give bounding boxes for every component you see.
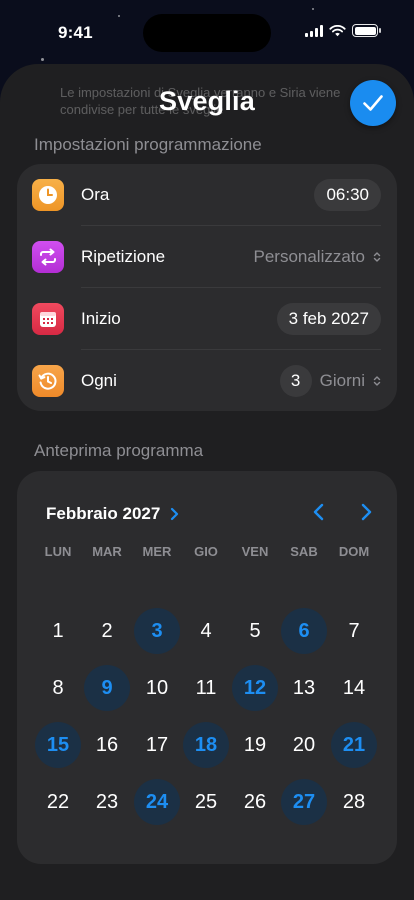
setting-row-time[interactable]: Ora 06:30 bbox=[17, 164, 397, 226]
settings-card: Ora 06:30 Ripetizione Personalizzato Ini… bbox=[17, 164, 397, 411]
weekday-label: VEN bbox=[241, 544, 269, 559]
time-value-pill[interactable]: 06:30 bbox=[314, 179, 381, 211]
setting-row-interval[interactable]: Ogni 3 Giorni bbox=[17, 350, 397, 412]
cellular-signal-icon bbox=[305, 24, 323, 37]
settings-section-header: Impostazioni programmazione bbox=[34, 135, 262, 154]
setting-label-start: Inizio bbox=[81, 309, 121, 328]
calendar-day-selected[interactable]: 3 bbox=[134, 608, 180, 654]
calendar-day-selected[interactable]: 15 bbox=[35, 722, 81, 768]
repeat-value: Personalizzato bbox=[253, 247, 365, 266]
calendar-day-selected[interactable]: 12 bbox=[232, 665, 278, 711]
preview-section-header: Anteprima programma bbox=[34, 441, 204, 460]
interval-menu[interactable]: 3 Giorni bbox=[279, 365, 381, 397]
calendar-day[interactable]: 16 bbox=[84, 722, 130, 768]
setting-row-start[interactable]: Inizio 3 feb 2027 bbox=[17, 288, 397, 350]
weekday-label: LUN bbox=[44, 544, 72, 559]
setting-label-repeat: Ripetizione bbox=[81, 247, 166, 266]
repeat-menu[interactable]: Personalizzato bbox=[253, 247, 381, 267]
next-month-button[interactable] bbox=[354, 500, 378, 524]
calendar-day[interactable]: 4 bbox=[183, 608, 229, 654]
checkmark-icon bbox=[363, 95, 383, 111]
alarm-sheet: Le impostazioni di Sveglia verranno e Si… bbox=[0, 64, 414, 900]
calendar-day[interactable]: 13 bbox=[281, 665, 327, 711]
calendar-day[interactable]: 11 bbox=[183, 665, 229, 711]
battery-icon bbox=[352, 24, 381, 37]
calendar-day-selected[interactable]: 18 bbox=[183, 722, 229, 768]
calendar-day[interactable]: 8 bbox=[35, 665, 81, 711]
setting-row-repeat[interactable]: Ripetizione Personalizzato bbox=[17, 226, 397, 288]
calendar-day[interactable]: 22 bbox=[35, 779, 81, 825]
weekday-label: DOM bbox=[338, 544, 370, 559]
history-icon bbox=[32, 365, 64, 397]
status-time: 9:41 bbox=[58, 23, 93, 42]
interval-count[interactable]: 3 bbox=[279, 365, 312, 397]
previous-month-button[interactable] bbox=[307, 500, 331, 524]
calendar-day[interactable]: 5 bbox=[232, 608, 278, 654]
start-date-pill[interactable]: 3 feb 2027 bbox=[276, 303, 381, 335]
calendar-day[interactable]: 14 bbox=[331, 665, 377, 711]
setting-label-time: Ora bbox=[81, 185, 110, 204]
calendar-day[interactable]: 28 bbox=[331, 779, 377, 825]
weekday-label: GIO bbox=[194, 544, 218, 559]
calendar-day[interactable]: 1 bbox=[35, 608, 81, 654]
status-icons bbox=[305, 24, 381, 37]
calendar-day[interactable]: 10 bbox=[134, 665, 180, 711]
chevron-left-icon bbox=[313, 503, 324, 521]
month-label[interactable]: Febbraio 2027 bbox=[46, 504, 160, 524]
setting-label-interval: Ogni bbox=[81, 371, 117, 390]
calendar-day-selected[interactable]: 21 bbox=[331, 722, 377, 768]
calendar-day[interactable]: 19 bbox=[232, 722, 278, 768]
calendar-card: Febbraio 2027 LUN MAR MER GIO VEN SAB DOM 1234… bbox=[17, 471, 397, 864]
done-button[interactable] bbox=[350, 80, 396, 126]
calendar-day[interactable]: 20 bbox=[281, 722, 327, 768]
calendar-day-selected[interactable]: 27 bbox=[281, 779, 327, 825]
calendar-day-selected[interactable]: 24 bbox=[134, 779, 180, 825]
calendar-day[interactable]: 26 bbox=[232, 779, 278, 825]
weekday-label: MER bbox=[142, 544, 172, 559]
calendar-day-selected[interactable]: 9 bbox=[84, 665, 130, 711]
chevron-right-icon[interactable] bbox=[169, 507, 179, 521]
calendar-day-selected[interactable]: 6 bbox=[281, 608, 327, 654]
calendar-day[interactable]: 25 bbox=[183, 779, 229, 825]
chevron-up-down-icon bbox=[373, 376, 381, 386]
repeat-icon bbox=[32, 241, 64, 273]
status-bar: 9:41 bbox=[0, 0, 414, 64]
chevron-up-down-icon bbox=[373, 252, 381, 262]
interval-unit: Giorni bbox=[319, 371, 365, 390]
weekday-label: MAR bbox=[92, 544, 122, 559]
dynamic-island bbox=[143, 14, 271, 52]
chevron-right-icon bbox=[361, 503, 372, 521]
calendar-icon bbox=[32, 303, 64, 335]
wifi-icon bbox=[329, 24, 346, 36]
calendar-day[interactable]: 7 bbox=[331, 608, 377, 654]
calendar-day[interactable]: 17 bbox=[134, 722, 180, 768]
weekday-label: SAB bbox=[290, 544, 318, 559]
calendar-day[interactable]: 2 bbox=[84, 608, 130, 654]
clock-icon bbox=[32, 179, 64, 211]
calendar-day[interactable]: 23 bbox=[84, 779, 130, 825]
